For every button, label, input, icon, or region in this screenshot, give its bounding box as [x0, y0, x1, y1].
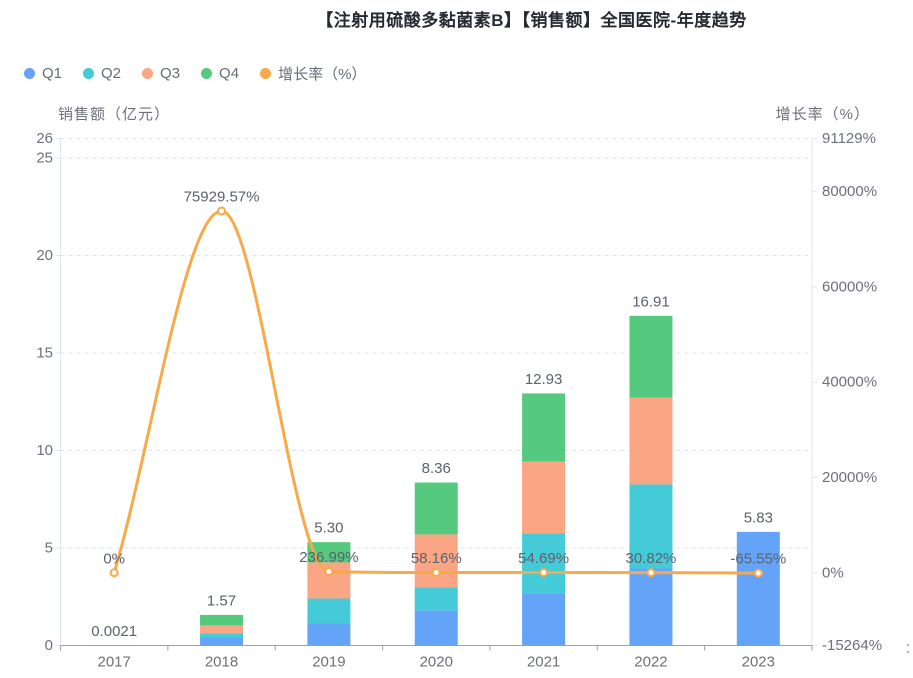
growth-rate-label: 58.16% [411, 550, 462, 567]
x-axis-category-label: 2020 [420, 654, 453, 671]
bar-total-label: 5.30 [314, 520, 343, 537]
edge-artifact-dot [906, 643, 910, 647]
x-axis-category-label: 2019 [312, 654, 345, 671]
right-axis-tick-label: 40000% [822, 374, 877, 391]
growth-rate-label: 236.99% [299, 549, 358, 566]
bar-segment-2021-q1[interactable] [522, 593, 566, 646]
growth-rate-point-2019[interactable] [324, 567, 334, 577]
bar-segment-2020-q2[interactable] [414, 587, 458, 611]
left-axis-tick-label: 15 [36, 345, 53, 362]
left-axis-tick-label: 20 [36, 247, 53, 264]
growth-rate-point-2022[interactable] [646, 568, 656, 578]
bar-total-label: 16.91 [632, 293, 670, 310]
left-axis-tick-label: 10 [36, 442, 53, 459]
chart-plot-area: 0 5 10 15 20 25 26 -15264% 0% 20000% 40000% 60000% 8… [36, 130, 910, 671]
growth-rate-point-2021[interactable] [539, 568, 549, 578]
x-axis-category-label: 2021 [527, 654, 560, 671]
bar-segment-2020-q4[interactable] [414, 482, 458, 535]
bar-total-label: 5.83 [744, 509, 773, 526]
x-axis-category-label: 2023 [742, 654, 775, 671]
left-axis-tick-label: 25 [36, 150, 53, 167]
x-axis-category-label: 2018 [205, 654, 238, 671]
growth-rate-point-2017[interactable] [109, 568, 119, 578]
bar-segment-2018-q2[interactable] [200, 633, 244, 638]
growth-rate-label: 75929.57% [184, 189, 260, 206]
bar-segment-2019-q1[interactable] [307, 623, 351, 646]
edge-artifact-dot [906, 650, 910, 654]
bar-total-label: 0.0021 [91, 623, 137, 640]
growth-rate-label: 54.69% [518, 550, 569, 567]
bar-segment-2018-q1[interactable] [200, 637, 244, 646]
bar-segment-2022-q1[interactable] [629, 568, 673, 646]
right-axis-tick-label: 80000% [822, 183, 877, 200]
right-axis-tick-label: 91129% [822, 130, 876, 147]
bar-segment-2021-q4[interactable] [522, 393, 566, 462]
bar-segment-2023-q1[interactable] [736, 531, 780, 646]
growth-rate-point-2018[interactable] [217, 206, 227, 216]
right-axis-tick-label: 60000% [822, 278, 877, 295]
right-axis-tick-label: 20000% [822, 469, 877, 486]
bar-segment-2020-q1[interactable] [414, 610, 458, 646]
left-axis-tick-label: 0 [45, 637, 53, 654]
bar-segment-2022-q3[interactable] [629, 397, 673, 485]
bar-total-label: 1.57 [207, 592, 236, 609]
bar-segment-2018-q3[interactable] [200, 625, 244, 634]
left-axis-tick-label: 5 [45, 540, 53, 557]
x-axis-category-label: 2022 [634, 654, 667, 671]
right-axis-tick-label: 0% [822, 564, 844, 581]
bar-total-label: 8.36 [422, 460, 451, 477]
bar-segment-2021-q3[interactable] [522, 461, 566, 534]
bar-total-label: 12.93 [525, 371, 563, 388]
growth-rate-point-2023[interactable] [753, 568, 763, 578]
bar-segment-2019-q2[interactable] [307, 598, 351, 624]
x-axis-category-label: 2017 [97, 654, 130, 671]
growth-rate-label: 30.82% [626, 550, 677, 567]
bar-segment-2018-q4[interactable] [200, 614, 244, 626]
right-axis-tick-label: -15264% [822, 637, 882, 654]
bar-segment-2022-q4[interactable] [629, 315, 673, 398]
left-axis-tick-label: 26 [36, 130, 53, 147]
growth-rate-point-2020[interactable] [431, 567, 441, 577]
growth-rate-label: -65.55% [730, 551, 786, 568]
growth-rate-label: 0% [103, 550, 125, 567]
